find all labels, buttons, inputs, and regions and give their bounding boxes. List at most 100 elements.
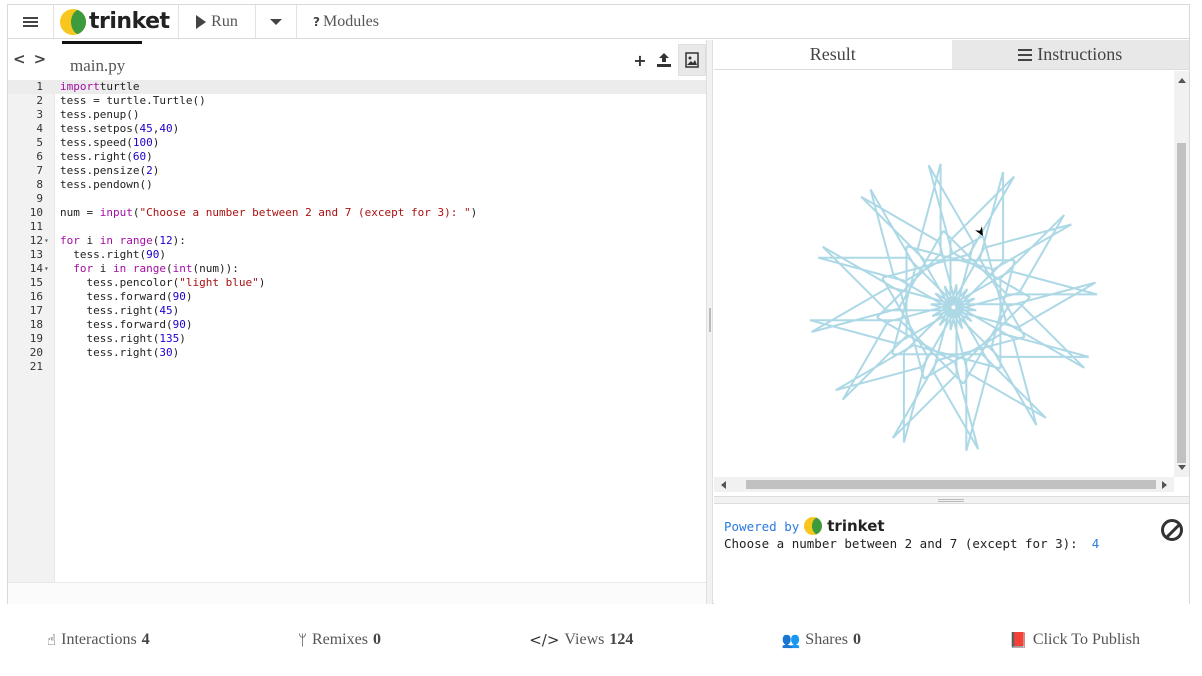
tab-instructions[interactable]: Instructions	[951, 40, 1189, 69]
line-number: 13	[29, 248, 43, 261]
code-text: tess.forward(90)	[60, 290, 193, 303]
code-fork-icon: ᛘ	[297, 631, 307, 649]
editor-toolbar: < > main.py +	[8, 40, 706, 80]
line-number: 19	[29, 332, 43, 345]
console-output[interactable]: Powered by trinket Choose a number betwe…	[714, 505, 1189, 604]
shares-count: 0	[852, 631, 861, 648]
views-stat[interactable]: </> Views 124	[529, 631, 633, 649]
hand-pointer-icon: ☝	[47, 631, 57, 649]
toggle-code-icon[interactable]: < >	[13, 50, 46, 68]
pane-resize-handle[interactable]	[706, 40, 713, 604]
code-line[interactable]: 17 tess.right(45)	[8, 304, 706, 318]
line-number: 7	[36, 164, 43, 177]
line-number: 2	[36, 94, 43, 107]
image-library-icon[interactable]	[678, 44, 706, 76]
code-text: tess.forward(90)	[60, 318, 193, 331]
turtle-canvas[interactable]	[714, 71, 1174, 477]
canvas-vertical-scrollbar[interactable]	[1174, 71, 1189, 477]
code-line[interactable]: 4 tess.setpos(45,40)	[8, 122, 706, 136]
powered-by[interactable]: Powered by trinket	[724, 517, 1179, 535]
code-line[interactable]: 14 ▾ for i in range(int(num)):	[8, 262, 706, 276]
line-number: 14	[29, 262, 43, 275]
fold-toggle-icon[interactable]: ▾	[44, 234, 49, 248]
input-answer: 4	[1091, 536, 1100, 551]
code-area[interactable]: 1 importturtle 2 tess = turtle.Turtle() 3 tes…	[8, 80, 706, 582]
scroll-right-arrow[interactable]	[1162, 481, 1167, 489]
code-line[interactable]: 5 tess.speed(100)	[8, 136, 706, 150]
code-text: for i in range(12):	[60, 234, 186, 247]
run-button[interactable]: Run	[179, 5, 256, 38]
code-line[interactable]: 21	[8, 360, 706, 374]
line-number: 12	[29, 234, 43, 247]
upload-icon[interactable]	[654, 46, 674, 74]
caret-down-icon	[270, 18, 282, 25]
tab-result[interactable]: Result	[714, 40, 952, 69]
publish-button[interactable]: 📕 Click To Publish	[1009, 631, 1140, 649]
remixes-stat[interactable]: ᛘ Remixes 0	[298, 631, 381, 649]
scroll-up-arrow[interactable]	[1178, 78, 1186, 83]
shares-stat[interactable]: 👥 Shares 0	[782, 631, 861, 649]
code-icon: </>	[529, 631, 560, 649]
code-line[interactable]: 3 tess.penup()	[8, 108, 706, 122]
code-line[interactable]: 6 tess.right(60)	[8, 150, 706, 164]
code-line[interactable]: 7 tess.pensize(2)	[8, 164, 706, 178]
code-line[interactable]: 20 tess.right(30)	[8, 346, 706, 360]
code-line[interactable]: 10 num = input("Choose a number between 2…	[8, 206, 706, 220]
line-number: 16	[29, 290, 43, 303]
tab-instructions-label: Instructions	[1037, 44, 1123, 64]
file-tab-main[interactable]: main.py	[62, 41, 142, 79]
code-text: tess.pendown()	[60, 178, 153, 191]
code-line[interactable]: 15 tess.pencolor("light blue")	[8, 276, 706, 290]
editor-horizontal-scrollbar[interactable]	[8, 582, 706, 604]
line-number: 9	[36, 192, 43, 205]
code-text: tess.right(45)	[60, 304, 180, 317]
views-count: 124	[609, 631, 634, 648]
remixes-label: Remixes	[311, 631, 368, 648]
views-label: Views	[564, 631, 605, 648]
code-line[interactable]: 18 tess.forward(90)	[8, 318, 706, 332]
scroll-thumb[interactable]	[746, 480, 1156, 489]
code-text: tess.pensize(2)	[60, 164, 160, 177]
trinket-embed: trinket Run ? Modules < > main.py + 1 im…	[7, 4, 1190, 604]
scroll-down-arrow[interactable]	[1178, 465, 1186, 470]
input-prompt: Choose a number between 2 and 7 (except …	[724, 536, 1078, 551]
line-number: 6	[36, 150, 43, 163]
interactions-label: Interactions	[61, 631, 137, 648]
code-line[interactable]: 8 tess.pendown()	[8, 178, 706, 192]
list-icon	[1018, 48, 1033, 61]
console-resize-handle[interactable]	[714, 496, 1189, 504]
run-options-dropdown[interactable]	[256, 5, 297, 38]
code-line[interactable]: 1 importturtle	[8, 80, 706, 94]
modules-label: Modules	[322, 12, 379, 30]
output-tabs: Result Instructions	[714, 40, 1189, 70]
line-number: 15	[29, 276, 43, 289]
trinket-logo[interactable]: trinket	[54, 5, 179, 38]
code-line[interactable]: 12 ▾ for i in range(12):	[8, 234, 706, 248]
code-line[interactable]: 11	[8, 220, 706, 234]
trinket-logo-icon	[804, 517, 823, 535]
line-number: 20	[29, 346, 43, 359]
code-line[interactable]: 19 tess.right(135)	[8, 332, 706, 346]
scroll-thumb[interactable]	[1177, 143, 1186, 463]
line-number: 18	[29, 318, 43, 331]
powered-by-brand: trinket	[827, 517, 885, 535]
stop-icon[interactable]	[1161, 519, 1183, 541]
line-number: 17	[29, 304, 43, 317]
interactions-stat[interactable]: ☝ Interactions 4	[47, 631, 150, 649]
code-line[interactable]: 9	[8, 192, 706, 206]
code-text: tess.right(30)	[60, 346, 180, 359]
fold-toggle-icon[interactable]: ▾	[44, 262, 49, 276]
modules-button[interactable]: ? Modules	[297, 5, 379, 38]
code-line[interactable]: 13 tess.right(90)	[8, 248, 706, 262]
code-line[interactable]: 16 tess.forward(90)	[8, 290, 706, 304]
line-number: 21	[29, 360, 43, 373]
turtle-drawing	[809, 163, 1098, 452]
top-toolbar: trinket Run ? Modules	[8, 5, 1189, 39]
line-number: 3	[36, 108, 43, 121]
canvas-horizontal-scrollbar[interactable]	[714, 477, 1174, 492]
menu-button[interactable]	[8, 5, 54, 38]
add-file-icon[interactable]: +	[630, 46, 650, 74]
scroll-left-arrow[interactable]	[721, 481, 726, 489]
code-line[interactable]: 2 tess = turtle.Turtle()	[8, 94, 706, 108]
line-number: 5	[36, 136, 43, 149]
